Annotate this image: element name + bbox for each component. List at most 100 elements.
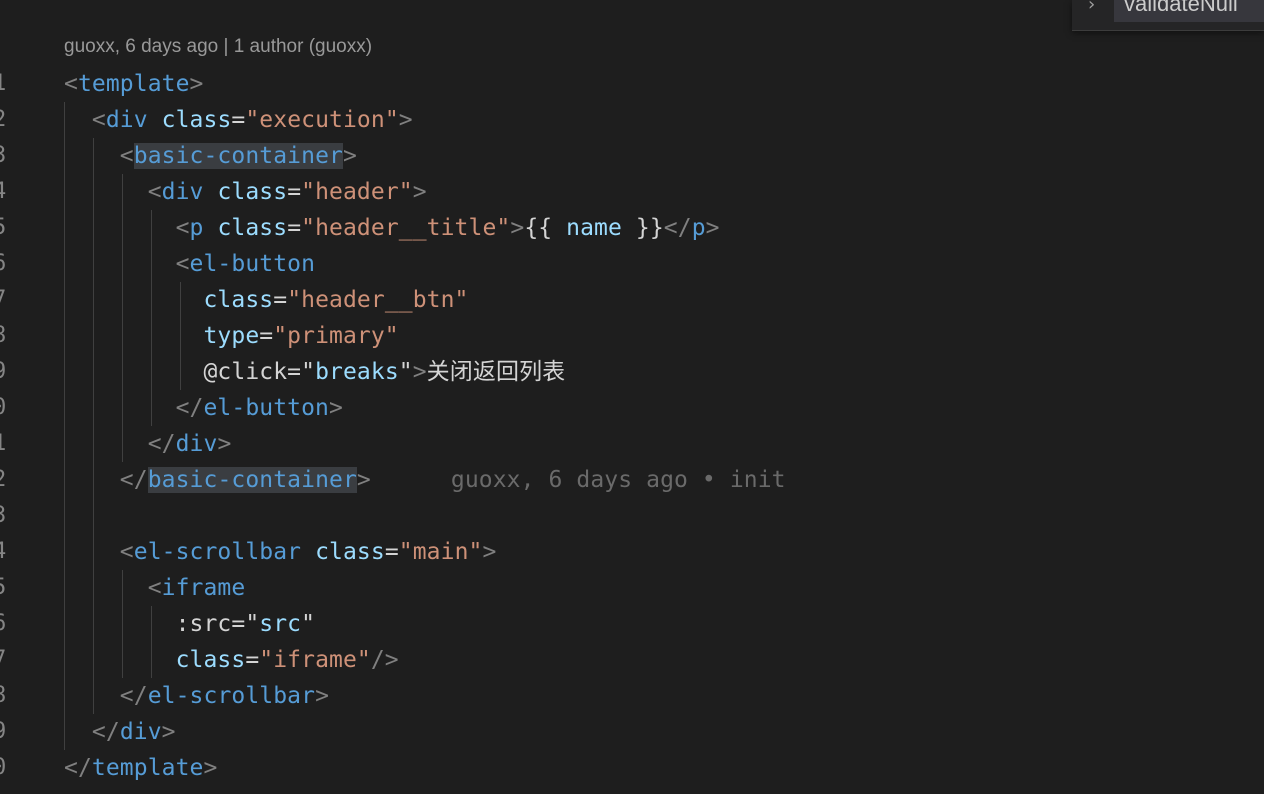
indent-guide: [93, 462, 94, 498]
code-line[interactable]: <template>: [64, 66, 1244, 102]
event-directive: @click: [203, 359, 288, 385]
code-line[interactable]: <div class="execution">: [64, 102, 1244, 138]
line-number: 8: [0, 318, 15, 354]
line-number: 6: [0, 606, 15, 642]
attr-value: "header__title": [301, 215, 511, 241]
tag-bracket: />: [370, 647, 399, 673]
indent-guide: [151, 606, 152, 642]
tag-bracket: >: [342, 143, 357, 169]
tag-name: div: [175, 431, 218, 457]
tag-name: div: [119, 719, 162, 745]
line-number: 6: [0, 246, 15, 282]
line-number: 9: [0, 354, 15, 390]
indent-guide: [93, 282, 94, 318]
attr-value: "iframe": [259, 647, 371, 673]
indent-guide: [64, 426, 65, 462]
code-line[interactable]: </el-scrollbar>: [64, 678, 1244, 714]
peek-label: validateNull: [1124, 0, 1238, 16]
code-line[interactable]: <iframe: [64, 570, 1244, 606]
indent-guide: [93, 390, 94, 426]
tag-bracket: </: [119, 683, 148, 709]
attr-equals: =: [231, 107, 246, 133]
line-number: 0: [0, 750, 15, 786]
bound-variable: src: [259, 611, 302, 637]
code-line[interactable]: </div>: [64, 426, 1244, 462]
codelens-blame[interactable]: guoxx, 6 days ago | 1 author (guoxx): [64, 36, 372, 58]
tag-bracket: </: [91, 719, 120, 745]
tag-bracket: <: [175, 215, 190, 241]
button-text: 关闭返回列表: [426, 359, 566, 385]
tag-bracket: >: [315, 683, 330, 709]
tag-bracket: </: [119, 467, 148, 493]
tag-name-highlighted: basic-container: [147, 467, 357, 493]
code-line[interactable]: @click="breaks">关闭返回列表: [64, 354, 1244, 390]
tag-bracket: >: [217, 431, 232, 457]
line-number: 2: [0, 102, 15, 138]
tag-bracket: </: [663, 215, 692, 241]
tag-bracket: >: [356, 467, 371, 493]
line-number: 8: [0, 678, 15, 714]
indent-guide: [64, 570, 65, 606]
indent-guide: [122, 210, 123, 246]
tag-bracket: </: [175, 395, 204, 421]
code-line[interactable]: <p class="header__title">{{ name }}</p>: [64, 210, 1244, 246]
indent-guide: [93, 534, 94, 570]
attr-equals: =: [273, 287, 288, 313]
code-line[interactable]: <div class="header">: [64, 174, 1244, 210]
attr-value: "execution": [245, 107, 399, 133]
tag-name: template: [77, 71, 190, 97]
tag-bracket: >: [412, 359, 427, 385]
indent-guide: [151, 390, 152, 426]
code-line[interactable]: :src="src": [64, 606, 1244, 642]
code-line[interactable]: </template>: [64, 750, 1244, 786]
indent-guide: [64, 678, 65, 714]
tag-bracket: >: [412, 179, 427, 205]
code-line[interactable]: <el-button: [64, 246, 1244, 282]
tag-name: el-scrollbar: [133, 539, 302, 565]
indent-guide: [64, 390, 65, 426]
indent-guide: [93, 138, 94, 174]
attr-value: "main": [398, 539, 483, 565]
bind-directive: :src: [175, 611, 232, 637]
tag-name: el-button: [203, 395, 330, 421]
code-line[interactable]: </div>: [64, 714, 1244, 750]
indent-guide: [122, 174, 123, 210]
tag-name: el-scrollbar: [147, 683, 316, 709]
attr-name: type: [203, 323, 260, 349]
handler-name: breaks: [315, 359, 399, 385]
code-editor[interactable]: <template> <div class="execution"> <basi…: [64, 66, 1244, 786]
code-line[interactable]: class="header__btn": [64, 282, 1244, 318]
peek-widget[interactable]: › validateNull: [1072, 0, 1264, 31]
inline-blame: guoxx, 6 days ago • init: [450, 467, 786, 493]
code-line[interactable]: </basic-container> guoxx, 6 days ago • in…: [64, 462, 1244, 498]
line-number: 5: [0, 210, 15, 246]
attr-value: "header__btn": [287, 287, 469, 313]
code-line[interactable]: type="primary": [64, 318, 1244, 354]
indent-guide: [122, 426, 123, 462]
indent-guide: [122, 354, 123, 390]
indent-guide: [151, 282, 152, 318]
chevron-right-icon[interactable]: ›: [1088, 0, 1095, 15]
indent-guide: [180, 318, 181, 354]
code-line[interactable]: [64, 498, 1244, 534]
indent-guide: [180, 354, 181, 390]
tag-bracket: <: [119, 143, 134, 169]
indent-guide: [93, 606, 94, 642]
attr-quote: ": [398, 359, 413, 385]
code-line[interactable]: <basic-container>: [64, 138, 1244, 174]
code-line[interactable]: class="iframe"/>: [64, 642, 1244, 678]
peek-title-bar: validateNull: [1114, 0, 1264, 22]
code-line[interactable]: <el-scrollbar class="main">: [64, 534, 1244, 570]
indent-guide: [93, 498, 94, 534]
attr-name: class: [175, 647, 246, 673]
attr-equals: =: [259, 323, 274, 349]
code-line[interactable]: </el-button>: [64, 390, 1244, 426]
tag-bracket: <: [147, 575, 162, 601]
tag-bracket: </: [64, 755, 92, 781]
attr-name: class: [217, 179, 288, 205]
indent-guide: [64, 498, 65, 534]
tag-bracket: </: [147, 431, 176, 457]
indent-guide: [151, 246, 152, 282]
indent-guide: [151, 318, 152, 354]
line-number: 4: [0, 534, 15, 570]
